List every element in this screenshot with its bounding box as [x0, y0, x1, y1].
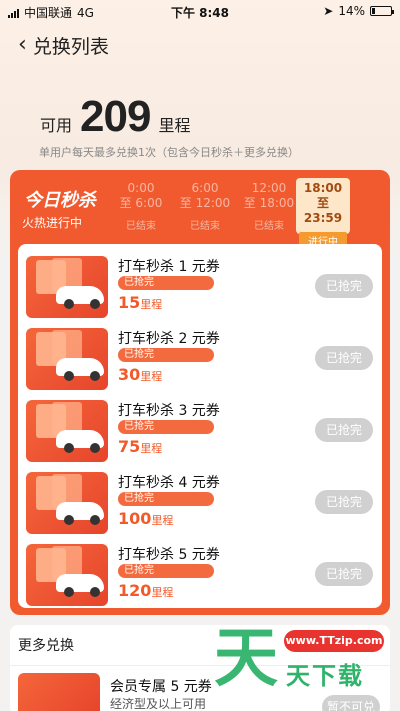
coupon-thumbnail — [26, 256, 108, 318]
coupon-item: 打车秒杀 5 元券 已抢完 120里程 已抢完 — [18, 538, 382, 610]
coupon-price: 15里程 — [118, 293, 162, 312]
coupon-item: 打车秒杀 4 元券 已抢完 100里程 已抢完 — [18, 466, 382, 538]
price-value: 120 — [118, 581, 152, 600]
time-slot-tab[interactable]: 18:00 至 23:59 进行中 — [296, 178, 350, 249]
points-summary: 可用 209 里程 — [40, 92, 190, 142]
sold-out-tag: 已抢完 — [118, 492, 214, 506]
battery-icon — [370, 6, 394, 16]
price-value: 30 — [118, 365, 141, 384]
flash-sale-list: 打车秒杀 1 元券 已抢完 15里程 已抢完 打车秒杀 2 元券 已抢完 30里程 已抢完 打车… — [18, 244, 382, 608]
more-item-title: 会员专属 5 元券 — [110, 679, 212, 695]
watermark-logo: 天 — [214, 622, 278, 696]
slot-status: 已结束 — [126, 221, 156, 232]
coupon-title: 打车秒杀 4 元券 — [118, 475, 220, 491]
watermark-url: www.TTzip.com — [284, 630, 384, 652]
coupon-item: 打车秒杀 1 元券 已抢完 15里程 已抢完 — [18, 250, 382, 322]
exchange-unavailable-button[interactable]: 暂不可兑 — [322, 695, 380, 711]
time-slot-tab[interactable]: 6:00 至 12:00 已结束 — [178, 178, 232, 234]
status-right: ➤ 14% — [323, 4, 394, 18]
coupon-price: 120里程 — [118, 581, 173, 600]
coupon-item: 打车秒杀 3 元券 已抢完 75里程 已抢完 — [18, 394, 382, 466]
coupon-title: 打车秒杀 1 元券 — [118, 259, 220, 275]
sold-out-button[interactable]: 已抢完 — [315, 418, 373, 442]
slot-start: 18:00 — [303, 181, 343, 195]
sold-out-button[interactable]: 已抢完 — [315, 490, 373, 514]
price-value: 15 — [118, 293, 141, 312]
slot-end: 至 12:00 — [179, 196, 231, 210]
sold-out-button[interactable]: 已抢完 — [315, 562, 373, 586]
sold-out-button[interactable]: 已抢完 — [315, 274, 373, 298]
coupon-title: 打车秒杀 5 元券 — [118, 547, 220, 563]
price-unit: 里程 — [140, 298, 163, 311]
nav-bar: ‹ 兑换列表 — [18, 32, 109, 58]
coupon-thumbnail — [26, 544, 108, 606]
coupon-thumbnail — [26, 328, 108, 390]
points-unit: 里程 — [158, 116, 191, 135]
price-unit: 里程 — [151, 586, 174, 599]
slot-start: 12:00 — [251, 181, 287, 195]
coupon-price: 100里程 — [118, 509, 173, 528]
coupon-item: 打车秒杀 2 元券 已抢完 30里程 已抢完 — [18, 322, 382, 394]
coupon-thumbnail — [18, 673, 100, 711]
slot-end: 至 18:00 — [243, 196, 295, 210]
sold-out-tag: 已抢完 — [118, 420, 214, 434]
price-value: 75 — [118, 437, 141, 456]
coupon-thumbnail — [26, 400, 108, 462]
flash-sale-title: 今日秒杀 — [24, 190, 96, 211]
sold-out-tag: 已抢完 — [118, 276, 214, 290]
battery-percent: 14% — [338, 4, 365, 18]
price-unit: 里程 — [151, 514, 174, 527]
more-item-desc: 经济型及以上可用 — [110, 697, 207, 711]
flash-sale-header: 今日秒杀 火热进行中 0:00 至 6:00 已结束 6:00 至 12:00 已结束 12… — [10, 170, 390, 249]
coupon-title: 打车秒杀 2 元券 — [118, 331, 220, 347]
sold-out-tag: 已抢完 — [118, 564, 214, 578]
price-value: 100 — [118, 509, 152, 528]
chevron-left-icon[interactable]: ‹ — [18, 34, 27, 56]
time-slot-tab[interactable]: 0:00 至 6:00 已结束 — [114, 178, 168, 234]
more-exchange-title: 更多兑换 — [18, 638, 74, 654]
location-icon: ➤ — [323, 4, 334, 18]
slot-end: 至 23:59 — [303, 196, 343, 225]
page-title: 兑换列表 — [32, 35, 109, 58]
status-bar: 中国联通 4G 下午 8:48 ➤ 14% — [0, 0, 400, 22]
sold-out-button[interactable]: 已抢完 — [315, 346, 373, 370]
coupon-thumbnail — [26, 472, 108, 534]
coupon-price: 75里程 — [118, 437, 162, 456]
coupon-price: 30里程 — [118, 365, 162, 384]
slot-status: 已结束 — [254, 221, 284, 232]
watermark-text: 天下载 — [286, 662, 364, 690]
sold-out-tag: 已抢完 — [118, 348, 214, 362]
exchange-rule: 单用户每天最多兑换1次（包含今日秒杀＋更多兑换） — [39, 146, 299, 159]
price-unit: 里程 — [140, 370, 163, 383]
flash-sale-card: 今日秒杀 火热进行中 0:00 至 6:00 已结束 6:00 至 12:00 已结束 12… — [10, 170, 390, 615]
points-value: 209 — [80, 92, 151, 141]
slot-end: 至 6:00 — [119, 196, 163, 210]
flash-sale-subtitle: 火热进行中 — [22, 216, 83, 230]
coupon-title: 打车秒杀 3 元券 — [118, 403, 220, 419]
slot-start: 6:00 — [191, 181, 219, 195]
price-unit: 里程 — [140, 442, 163, 455]
slot-start: 0:00 — [127, 181, 155, 195]
time-slot-tab[interactable]: 12:00 至 18:00 已结束 — [242, 178, 296, 234]
slot-status: 已结束 — [190, 221, 220, 232]
points-label: 可用 — [40, 116, 73, 135]
